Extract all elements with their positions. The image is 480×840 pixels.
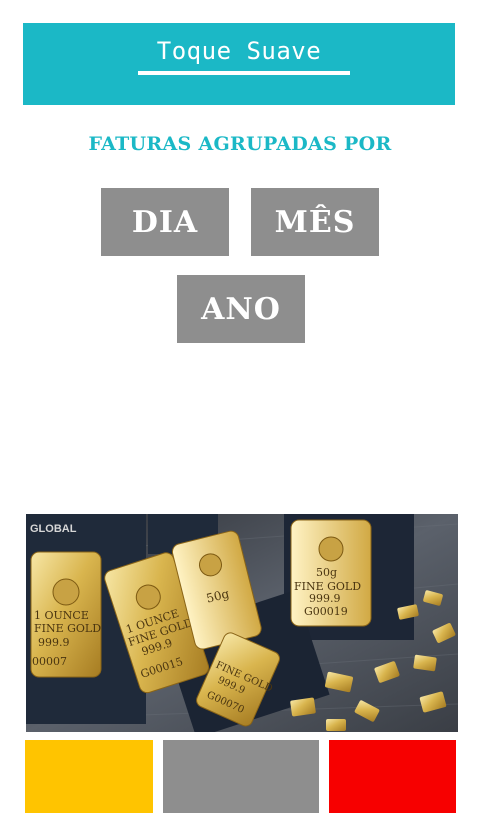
bar-weight-3: 50g <box>316 566 337 579</box>
color-swatch-gray[interactable] <box>163 740 319 813</box>
bar-weight-1: 1 OUNCE <box>34 609 89 622</box>
bar-purity-3: 999.9 <box>309 592 341 605</box>
title-underline <box>138 71 350 75</box>
bar-brand-1: GLOBAL <box>30 523 77 535</box>
group-by-month-button[interactable]: MÊS <box>251 188 379 256</box>
grouping-label: FATURAS AGRUPADAS POR <box>88 133 392 155</box>
app-header: Toque Suave <box>23 23 455 105</box>
color-swatch-yellow[interactable] <box>25 740 153 813</box>
gold-bars-illustration: GLOBAL 1 OUNCE FINE GOLD 999.9 00007 1 O… <box>26 514 458 732</box>
group-by-day-button[interactable]: DIA <box>101 188 229 256</box>
app-title: Toque Suave <box>156 37 322 65</box>
bar-serial-3: G00019 <box>304 605 348 618</box>
group-by-year-button[interactable]: ANO <box>177 275 305 343</box>
gold-bars-photo: GLOBAL 1 OUNCE FINE GOLD 999.9 00007 1 O… <box>26 514 458 732</box>
bar-metal-1: FINE GOLD <box>34 622 101 635</box>
bar-serial-1: 00007 <box>32 655 67 668</box>
bar-purity-1: 999.9 <box>38 636 70 649</box>
color-swatch-red[interactable] <box>329 740 456 813</box>
